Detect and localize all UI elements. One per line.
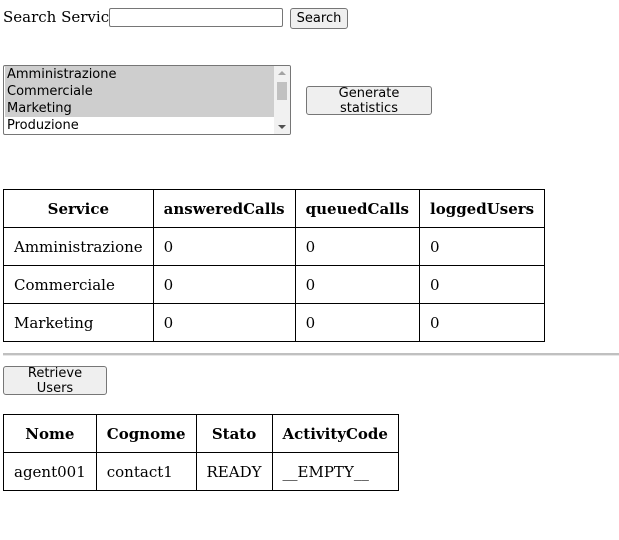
search-label: Search Services <box>3 8 126 26</box>
table-cell: Commerciale <box>4 266 154 304</box>
table-cell: agent001 <box>4 453 97 491</box>
horizontal-divider <box>3 353 619 356</box>
table-row: agent001 contact1 READY __EMPTY__ <box>4 453 399 491</box>
table-cell: 0 <box>153 228 296 266</box>
scroll-up-arrow-icon[interactable] <box>278 71 286 75</box>
service-option[interactable]: Commerciale <box>5 83 277 100</box>
table-cell: contact1 <box>96 453 197 491</box>
table-cell: Amministrazione <box>4 228 154 266</box>
column-header: Nome <box>4 415 97 453</box>
table-cell: 0 <box>295 266 420 304</box>
search-input[interactable] <box>109 8 283 27</box>
listbox-scrollbar[interactable] <box>274 66 290 134</box>
table-row: Marketing 0 0 0 <box>4 304 546 342</box>
statistics-table: Service answeredCalls queuedCalls logged… <box>3 189 546 342</box>
column-header: Stato <box>196 415 273 453</box>
scroll-down-arrow-icon[interactable] <box>278 125 286 129</box>
column-header: queuedCalls <box>295 190 420 228</box>
table-cell: 0 <box>420 266 546 304</box>
service-option[interactable]: Marketing <box>5 100 277 117</box>
column-header: ActivityCode <box>272 415 399 453</box>
retrieve-users-button[interactable]: Retrieve Users <box>3 366 107 396</box>
table-header-row: Nome Cognome Stato ActivityCode <box>4 415 399 453</box>
column-header: Service <box>4 190 154 228</box>
table-header-row: Service answeredCalls queuedCalls logged… <box>4 190 546 228</box>
table-cell: 0 <box>153 304 296 342</box>
table-cell: 0 <box>153 266 296 304</box>
table-cell: 0 <box>420 304 546 342</box>
users-table: Nome Cognome Stato ActivityCode agent001… <box>3 414 399 491</box>
column-header: Cognome <box>96 415 197 453</box>
service-option[interactable]: Amministrazione <box>5 66 277 83</box>
table-cell: 0 <box>295 304 420 342</box>
table-cell: __EMPTY__ <box>272 453 399 491</box>
service-listbox[interactable]: Amministrazione Commerciale Marketing Pr… <box>3 65 291 135</box>
search-button[interactable]: Search <box>290 8 348 29</box>
scrollbar-thumb[interactable] <box>277 82 287 100</box>
table-cell: Marketing <box>4 304 154 342</box>
service-option[interactable]: Produzione <box>5 117 277 134</box>
table-cell: 0 <box>420 228 546 266</box>
column-header: loggedUsers <box>420 190 546 228</box>
table-row: Amministrazione 0 0 0 <box>4 228 546 266</box>
table-cell: READY <box>196 453 273 491</box>
column-header: answeredCalls <box>153 190 296 228</box>
generate-statistics-button[interactable]: Generate statistics <box>306 86 432 116</box>
table-cell: 0 <box>295 228 420 266</box>
table-row: Commerciale 0 0 0 <box>4 266 546 304</box>
